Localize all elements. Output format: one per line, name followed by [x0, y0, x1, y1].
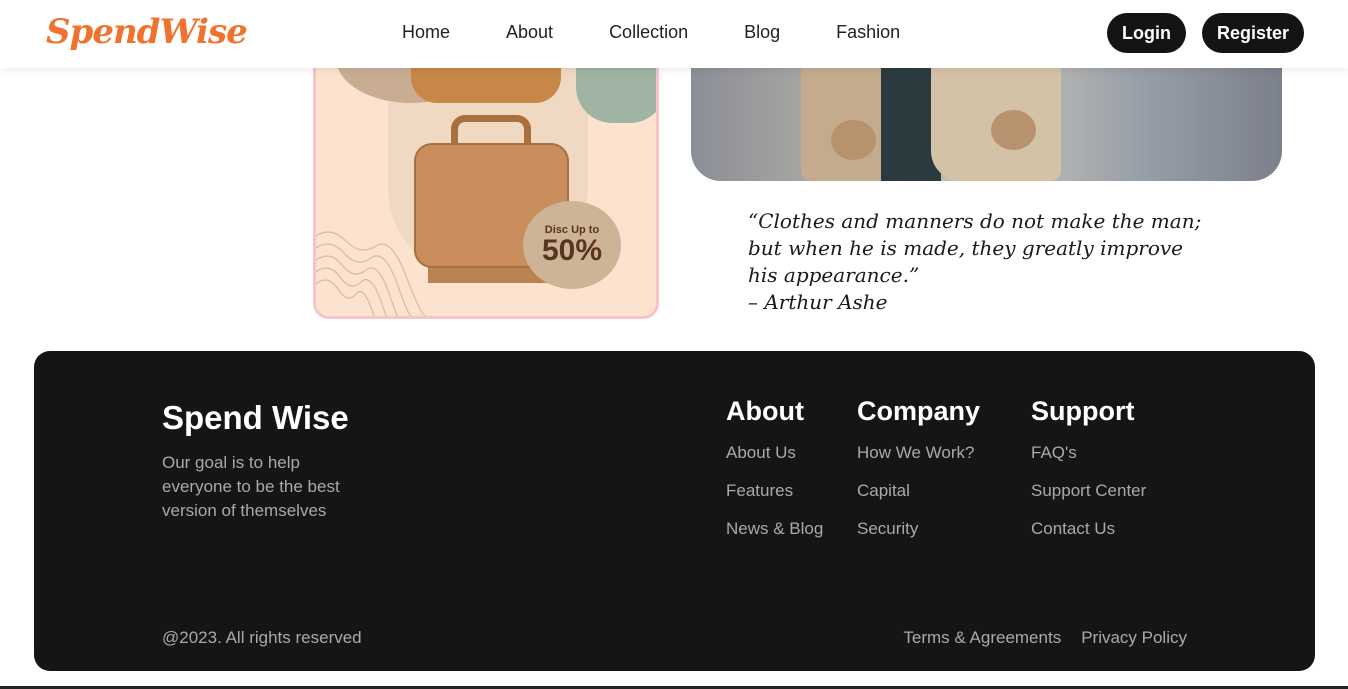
quote-block: “Clothes and manners do not make the man… — [748, 208, 1208, 316]
footer-link-news-blog[interactable]: News & Blog — [726, 519, 823, 539]
footer-column-title: About — [726, 396, 804, 426]
nav-blog[interactable]: Blog — [744, 22, 780, 43]
privacy-link[interactable]: Privacy Policy — [1081, 628, 1187, 648]
footer-brand: Spend Wise — [162, 399, 349, 436]
footer-column-about: About About Us Features News & Blog — [726, 396, 823, 557]
discount-value: 50% — [541, 234, 603, 267]
quote-line-3: his appearance.” — [748, 263, 920, 287]
footer-link-support-center[interactable]: Support Center — [1031, 481, 1146, 501]
logo[interactable]: SpendWise — [46, 12, 248, 52]
main-nav: Home About Collection Blog Fashion — [402, 22, 956, 43]
wave-pattern-icon — [316, 231, 426, 316]
nav-about[interactable]: About — [506, 22, 553, 43]
footer-link-capital[interactable]: Capital — [857, 481, 980, 501]
copyright-text: @2023. All rights reserved — [162, 628, 362, 647]
footer: Spend Wise Our goal is to help everyone … — [34, 351, 1315, 671]
footer-column-company: Company How We Work? Capital Security — [857, 396, 980, 557]
footer-link-contact-us[interactable]: Contact Us — [1031, 519, 1146, 539]
footer-link-security[interactable]: Security — [857, 519, 980, 539]
discount-badge: Disc Up to 50% — [523, 201, 621, 289]
quote-line-2: but when he is made, they greatly improv… — [748, 236, 1184, 260]
quote-line-1: “Clothes and manners do not make the man… — [748, 209, 1202, 233]
footer-column-support: Support FAQ's Support Center Contact Us — [1031, 396, 1146, 557]
footer-link-features[interactable]: Features — [726, 481, 823, 501]
photo-hand-right — [991, 110, 1036, 150]
nav-fashion[interactable]: Fashion — [836, 22, 900, 43]
register-button[interactable]: Register — [1202, 13, 1304, 53]
footer-link-how-we-work[interactable]: How We Work? — [857, 443, 980, 463]
footer-tagline: Our goal is to help everyone to be the b… — [162, 453, 340, 520]
footer-legal-links: Terms & Agreements Privacy Policy — [883, 628, 1187, 648]
footer-link-faqs[interactable]: FAQ's — [1031, 443, 1146, 463]
terms-link[interactable]: Terms & Agreements — [903, 628, 1061, 648]
footer-link-about-us[interactable]: About Us — [726, 443, 823, 463]
footer-column-title: Company — [857, 396, 981, 426]
photo-hand-left — [831, 120, 876, 160]
navbar: SpendWise Home About Collection Blog Fas… — [0, 0, 1348, 68]
nav-home[interactable]: Home — [402, 22, 450, 43]
nav-collection[interactable]: Collection — [609, 22, 688, 43]
footer-column-title: Support — [1031, 396, 1135, 426]
login-button[interactable]: Login — [1107, 13, 1186, 53]
quote-author: – Arthur Ashe — [748, 290, 888, 314]
promo-card[interactable]: Disc Up to 50% — [313, 40, 659, 319]
